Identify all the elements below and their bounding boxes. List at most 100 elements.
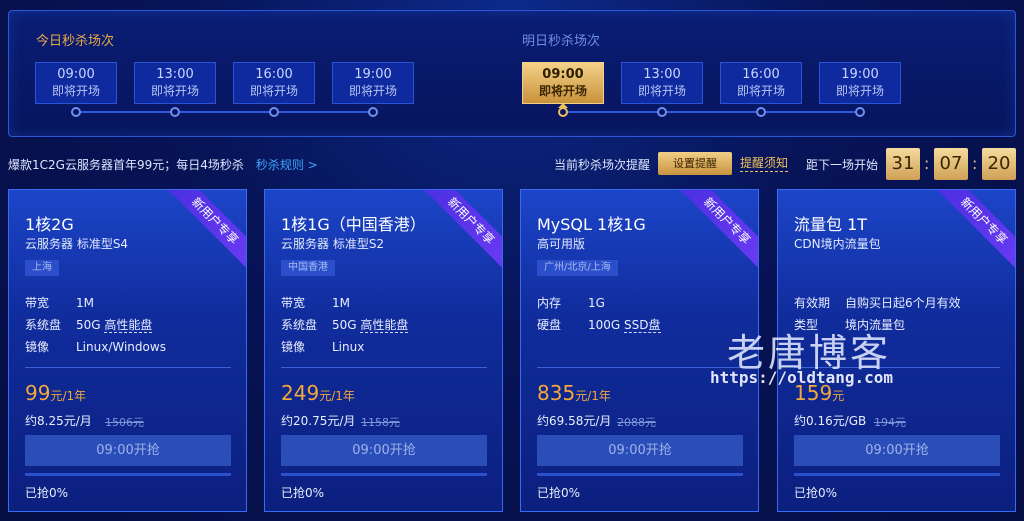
tomorrow-slot-1900[interactable]: 19:00 即将开场 [819, 62, 901, 104]
reminder-notice-link[interactable]: 提醒须知 [740, 156, 789, 172]
sold-percentage: 已抢0% [281, 486, 325, 500]
card-title: MySQL 1核1G [537, 215, 646, 234]
spec-row: 系统盘 50G 高性能盘 [25, 316, 166, 338]
sold-percentage: 已抢0% [25, 486, 69, 500]
spec-key: 系统盘 [25, 318, 62, 332]
seckill-rules-link[interactable]: 秒杀规则 > [256, 158, 318, 172]
card-subtitle: 高可用版 [537, 237, 586, 251]
slot-status: 即将开场 [637, 84, 686, 98]
sold-progress-bar [794, 473, 1000, 476]
product-card-mysql[interactable]: 新用户专享 MySQL 1核1G 高可用版 广州/北京/上海 内存 1G 硬盘 10… [520, 189, 759, 512]
slot-time: 16:00 [742, 67, 780, 82]
spec-tooltip-term[interactable]: 高性能盘 [104, 318, 153, 333]
buy-button[interactable]: 09:00开抢 [794, 435, 1000, 466]
slot-time: 13:00 [643, 67, 681, 82]
timeline-dot [170, 107, 180, 117]
slot-time: 09:00 [57, 67, 95, 82]
spec-row: 镜像 Linux [281, 338, 408, 360]
sold-progress-bar [25, 473, 231, 476]
original-price: 1158元 [361, 416, 400, 429]
card-subtitle: CDN境内流量包 [794, 237, 881, 251]
price-value: 99 [25, 381, 51, 405]
set-reminder-button[interactable]: 设置提醒 [658, 152, 732, 175]
today-schedule-title: 今日秒杀场次 [36, 34, 115, 49]
spec-key: 内存 [537, 296, 562, 310]
card-title: 1核1G（中国香港） [281, 215, 426, 234]
spec-row: 内存 1G [537, 294, 661, 316]
slot-status: 即将开场 [835, 84, 884, 98]
card-price: 249元/1年 [281, 381, 355, 405]
price-unit: 元/1年 [575, 389, 611, 403]
tomorrow-slot-0900-active[interactable]: 09:00 即将开场 [522, 62, 604, 104]
sold-progress-bar [281, 473, 487, 476]
new-user-ribbon: 新用户专享 [417, 190, 502, 275]
per-month-price: 约8.25元/月 [25, 414, 92, 428]
timeline-dot [269, 107, 279, 117]
buy-button[interactable]: 09:00开抢 [281, 435, 487, 466]
new-user-ribbon: 新用户专享 [161, 190, 246, 275]
countdown-colon: : [924, 154, 930, 173]
spec-key: 带宽 [25, 296, 50, 310]
region-tag: 中国香港 [281, 260, 335, 276]
timeline-dot [368, 107, 378, 117]
spec-row: 镜像 Linux/Windows [25, 338, 166, 360]
spec-tooltip-term[interactable]: 高性能盘 [360, 318, 409, 333]
spec-key: 带宽 [281, 296, 306, 310]
new-user-ribbon: 新用户专享 [673, 190, 758, 275]
reminder-label: 当前秒杀场次提醒 [554, 158, 651, 172]
spec-value: 50G [76, 318, 105, 332]
buy-button[interactable]: 09:00开抢 [25, 435, 231, 466]
card-title: 1核2G [25, 215, 74, 234]
tomorrow-timeline [563, 111, 863, 113]
sold-percentage: 已抢0% [794, 486, 838, 500]
slot-status: 即将开场 [348, 84, 397, 98]
countdown-label: 距下一场开始 [806, 158, 879, 172]
promo-info: 爆款1C2G云服务器首年99元；每日4场秒杀 秒杀规则 > [8, 156, 318, 173]
spec-key: 镜像 [25, 340, 50, 354]
per-month-price: 约20.75元/月 [281, 414, 356, 428]
today-slot-1300[interactable]: 13:00 即将开场 [134, 62, 216, 104]
countdown-colon: : [972, 154, 978, 173]
watermark-url: https://oldtang.com [710, 368, 894, 387]
countdown-hours: 31 [886, 148, 920, 180]
spec-row: 带宽 1M [25, 294, 166, 316]
sold-progress-bar [537, 473, 743, 476]
seckill-schedule-panel: 今日秒杀场次 明日秒杀场次 09:00 即将开场 13:00 即将开场 16:0… [8, 10, 1016, 137]
price-unit: 元/1年 [319, 389, 355, 403]
slot-status: 即将开场 [51, 84, 100, 98]
spec-value: 自购买日起6个月有效 [845, 296, 961, 310]
buy-button[interactable]: 09:00开抢 [537, 435, 743, 466]
card-price: 835元/1年 [537, 381, 611, 405]
sold-percentage: 已抢0% [537, 486, 581, 500]
spec-key: 镜像 [281, 340, 306, 354]
price-unit: 元/1年 [50, 389, 87, 403]
timeline-dot [71, 107, 81, 117]
slot-time: 16:00 [255, 67, 293, 82]
countdown-minutes: 07 [934, 148, 968, 180]
spec-value: Linux [332, 340, 365, 354]
timeline-dot [657, 107, 667, 117]
tomorrow-slot-1600[interactable]: 16:00 即将开场 [720, 62, 802, 104]
spec-key: 系统盘 [281, 318, 318, 332]
tomorrow-schedule-title: 明日秒杀场次 [522, 34, 601, 49]
card-title: 流量包 1T [794, 215, 868, 234]
spec-key: 有效期 [794, 296, 831, 310]
original-price: 1506元 [105, 416, 144, 429]
spec-row: 带宽 1M [281, 294, 408, 316]
today-slot-1600[interactable]: 16:00 即将开场 [233, 62, 315, 104]
slot-status: 即将开场 [538, 84, 587, 98]
slot-time: 19:00 [841, 67, 879, 82]
price-unit: 元 [832, 389, 845, 403]
card-divider [25, 367, 231, 368]
today-slot-1900[interactable]: 19:00 即将开场 [332, 62, 414, 104]
spec-row: 系统盘 50G 高性能盘 [281, 316, 409, 338]
countdown-seconds: 20 [982, 148, 1016, 180]
slot-time: 19:00 [354, 67, 392, 82]
price-value: 249 [281, 381, 320, 405]
product-card-1c2g[interactable]: 新用户专享 1核2G 云服务器 标准型S4 上海 带宽 1M 系统盘 50G 高性能… [8, 189, 247, 512]
product-card-1c1g-hk[interactable]: 新用户专享 1核1G（中国香港） 云服务器 标准型S2 中国香港 带宽 1M 系统… [264, 189, 503, 512]
timeline-dot [756, 107, 766, 117]
today-slot-0900[interactable]: 09:00 即将开场 [35, 62, 117, 104]
spec-tooltip-term[interactable]: SSD盘 [624, 318, 661, 333]
tomorrow-slot-1300[interactable]: 13:00 即将开场 [621, 62, 703, 104]
